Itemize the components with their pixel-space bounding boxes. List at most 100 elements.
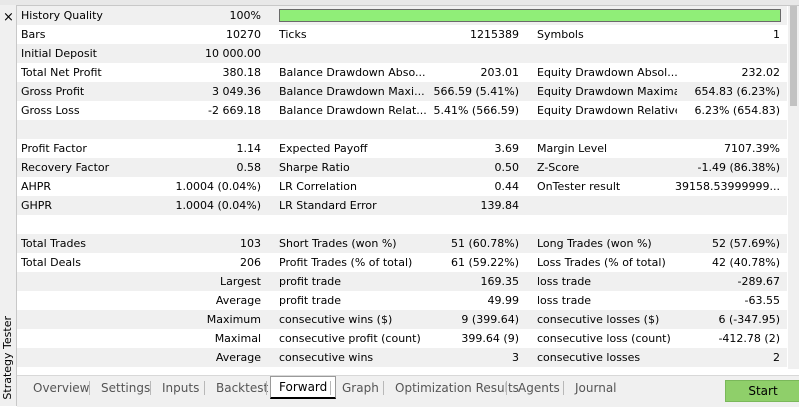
metric-label: Equity Drawdown Absol...: [537, 66, 677, 79]
tab-separator: [330, 381, 331, 395]
tab-graph[interactable]: Graph: [334, 378, 387, 398]
metric-value: 10 000.00: [205, 47, 261, 60]
metric-label: Sharpe Ratio: [279, 161, 350, 174]
metric-value: 103: [240, 237, 261, 250]
metric-value: -2 669.18: [208, 104, 261, 117]
tab-separator: [204, 381, 205, 395]
report-row: GHPR 1.0004 (0.04%) LR Standard Error 139.8…: [17, 196, 787, 215]
metric-label: Loss Trades (% of total): [537, 256, 666, 269]
report-row: Largest profit trade 169.35 loss trade -289.…: [17, 272, 787, 291]
metric-value: 61 (59.22%): [450, 256, 519, 269]
metric-label: loss trade: [537, 294, 592, 307]
metric-value: 1.14: [236, 142, 262, 155]
metric-value: 0.44: [494, 180, 520, 193]
metric-label: loss trade: [537, 275, 592, 288]
metric-value: 6.23% (654.83): [694, 104, 780, 117]
metric-value: 6 (-347.95): [718, 313, 780, 326]
tab-inputs[interactable]: Inputs: [154, 378, 207, 398]
tab-separator: [383, 381, 384, 395]
tab-forward[interactable]: Forward: [270, 376, 337, 399]
scrollbar-thumb[interactable]: [790, 6, 797, 106]
metric-value: 139.84: [480, 199, 520, 212]
tab-bar: Overview Settings Inputs Backtest Forward Gra…: [17, 375, 799, 407]
metric-value: 654.83 (6.23%): [694, 85, 780, 98]
tab-separator: [563, 381, 564, 395]
tab-separator: [506, 381, 507, 395]
metric-value: 399.64 (9): [461, 332, 519, 345]
metric-label: Z-Score: [537, 161, 580, 174]
metric-label: Ticks: [279, 28, 307, 41]
metric-label: consecutive losses ($): [537, 313, 660, 326]
metric-label: Symbols: [537, 28, 584, 41]
tab-journal[interactable]: Journal: [567, 378, 625, 398]
metric-label: Long Trades (won %): [537, 237, 652, 250]
metric-value: -289.67: [737, 275, 780, 288]
metric-value: 380.18: [222, 66, 262, 79]
metric-label: consecutive profit (count): [279, 332, 421, 345]
report-row: [17, 120, 787, 139]
start-button[interactable]: Start: [725, 380, 799, 402]
metric-value: 1: [773, 28, 780, 41]
row-group-label: Maximum: [206, 313, 261, 326]
tab-settings[interactable]: Settings: [93, 378, 158, 398]
metric-label: consecutive wins: [279, 351, 374, 364]
metric-label: LR Correlation: [279, 180, 357, 193]
metric-value: 203.01: [480, 66, 520, 79]
metric-label: profit trade: [279, 294, 342, 307]
report-row: Profit Factor 1.14 Expected Payoff 3.69 Marg…: [17, 139, 787, 158]
metric-label: Balance Drawdown Abso...: [279, 66, 426, 79]
close-icon[interactable]: ×: [3, 11, 14, 24]
metric-value: 3 049.36: [212, 85, 261, 98]
metric-label: Equity Drawdown Maximal: [537, 85, 677, 98]
metric-value: -63.55: [744, 294, 780, 307]
metric-label: Short Trades (won %): [279, 237, 397, 250]
metric-label: Balance Drawdown Maxi...: [279, 85, 425, 98]
metric-value: 2: [773, 351, 780, 364]
metric-value: 566.59 (5.41%): [433, 85, 519, 98]
metric-label: consecutive wins ($): [279, 313, 393, 326]
report-row: Average consecutive wins 3 consecutive loss…: [17, 348, 787, 367]
report-row: Maximum consecutive wins ($) 9 (399.64) con…: [17, 310, 787, 329]
report-row: Recovery Factor 0.58 Sharpe Ratio 0.50 Z-Sco…: [17, 158, 787, 177]
metric-value: 39158.53999999...: [675, 180, 780, 193]
vertical-scrollbar[interactable]: [788, 6, 799, 369]
report-row: Initial Deposit 10 000.00: [17, 44, 787, 63]
metric-label: Expected Payoff: [279, 142, 368, 155]
metric-label: OnTester result: [537, 180, 621, 193]
metric-label: Profit Trades (% of total): [279, 256, 413, 269]
metric-value: 5.41% (566.59): [433, 104, 519, 117]
metric-value: 232.02: [741, 66, 781, 79]
metric-value: 1215389: [470, 28, 519, 41]
row-group-label: Largest: [220, 275, 261, 288]
history-quality-fill: [280, 10, 780, 21]
row-group-label: Maximal: [214, 332, 261, 345]
metric-value: 3.69: [494, 142, 520, 155]
metric-value: -1.49 (86.38%): [697, 161, 780, 174]
metric-label: Equity Drawdown Relative: [537, 104, 677, 117]
metric-value: 3: [512, 351, 519, 364]
metric-value: -412.78 (2): [718, 332, 780, 345]
row-group-label: Average: [215, 351, 261, 364]
report-row: [17, 215, 787, 234]
metric-value: 1.0004 (0.04%): [175, 199, 261, 212]
report-row: Gross Profit 3 049.36 Balance Drawdown Max…: [17, 82, 787, 101]
report-row: Maximal consecutive profit (count) 399.64 …: [17, 329, 787, 348]
row-group-label: Average: [215, 294, 261, 307]
metric-label: consecutive losses: [537, 351, 641, 364]
report-row: AHPR 1.0004 (0.04%) LR Correlation 0.44 OnTe…: [17, 177, 787, 196]
tab-separator: [266, 381, 267, 395]
metric-value: 9 (399.64): [461, 313, 519, 326]
metric-label: Margin Level: [537, 142, 608, 155]
report-row: Total Trades 103 Short Trades (won %) 51 (6…: [17, 234, 787, 253]
tab-overview[interactable]: Overview: [25, 378, 98, 398]
strategy-tester-sidebar: × Strategy Tester: [0, 5, 17, 406]
metric-value: 10270: [226, 28, 261, 41]
metric-value: 51 (60.78%): [450, 237, 519, 250]
history-quality-row: History Quality 100%: [17, 6, 787, 25]
panel-title: Strategy Tester: [1, 316, 14, 400]
tab-agents[interactable]: Agents: [510, 378, 568, 398]
report-row: Total Net Profit 380.18 Balance Drawdown A…: [17, 63, 787, 82]
report-row: Average profit trade 49.99 loss trade -63.55: [17, 291, 787, 310]
metric-value: 7107.39%: [724, 142, 780, 155]
metric-value: 1.0004 (0.04%): [175, 180, 261, 193]
